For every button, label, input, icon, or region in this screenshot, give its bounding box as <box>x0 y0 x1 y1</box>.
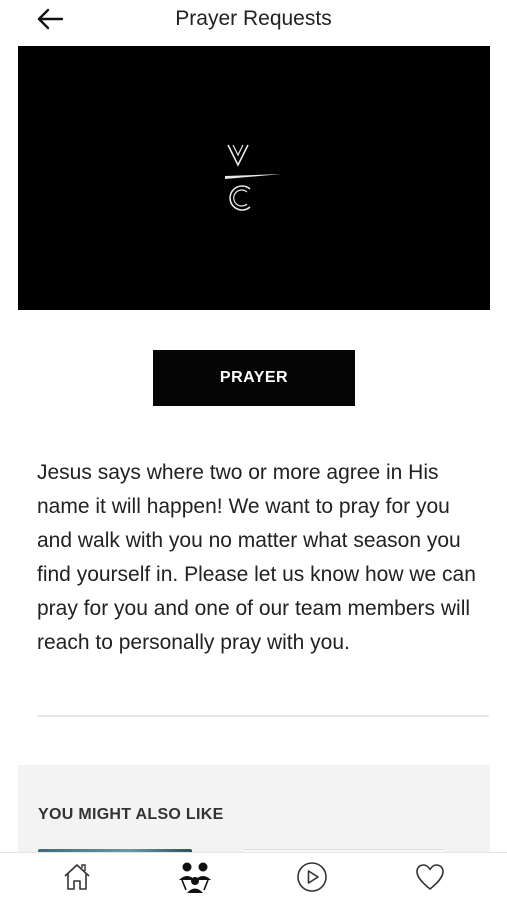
tab-bar <box>0 852 507 900</box>
recommendations-title: YOU MIGHT ALSO LIKE <box>38 806 224 823</box>
divider <box>37 715 489 717</box>
vc-logo <box>225 144 282 211</box>
tab-media[interactable] <box>290 859 334 895</box>
tab-give[interactable] <box>408 859 452 895</box>
prayer-button[interactable]: PRAYER <box>153 350 355 406</box>
people-icon <box>179 862 211 893</box>
heart-icon <box>416 864 444 890</box>
description-text: Jesus says where two or more agree in Hi… <box>37 461 476 654</box>
video-player[interactable] <box>18 46 490 310</box>
recommendations-section: YOU MIGHT ALSO LIKE <box>18 765 490 855</box>
header: Prayer Requests <box>0 0 507 40</box>
home-icon <box>64 864 90 890</box>
play-icon <box>297 862 327 892</box>
tab-groups[interactable] <box>173 859 217 895</box>
page-title: Prayer Requests <box>175 7 332 30</box>
tab-home[interactable] <box>55 859 99 895</box>
